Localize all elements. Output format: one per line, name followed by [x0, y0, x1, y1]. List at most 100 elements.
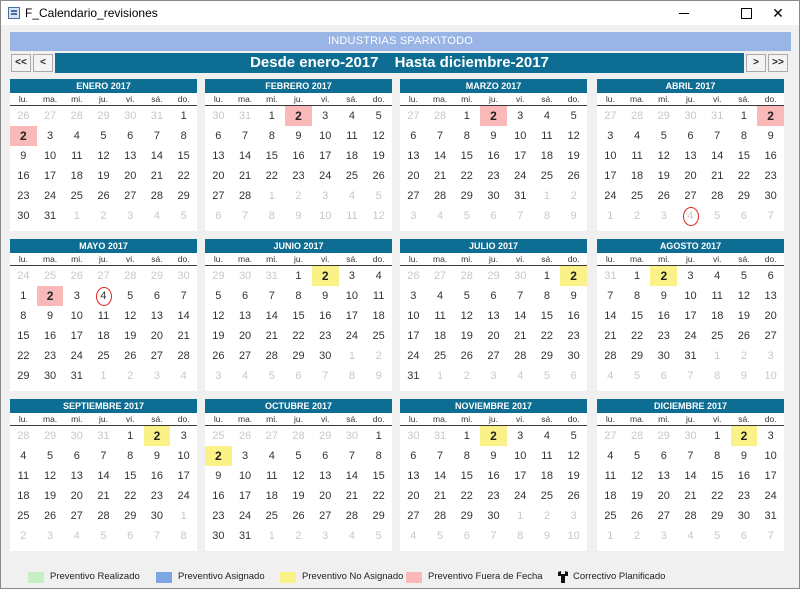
day-cell[interactable]: 23	[37, 346, 64, 366]
day-cell[interactable]: 7	[704, 126, 731, 146]
day-cell[interactable]: 12	[285, 466, 312, 486]
day-cell[interactable]: 8	[117, 446, 144, 466]
day-cell[interactable]: 2	[560, 266, 587, 286]
day-cell[interactable]: 8	[365, 446, 392, 466]
day-cell[interactable]: 3	[312, 106, 339, 126]
day-cell[interactable]: 31	[677, 346, 704, 366]
day-cell[interactable]: 6	[117, 526, 144, 546]
day-cell[interactable]: 31	[144, 106, 171, 126]
day-cell[interactable]: 6	[757, 266, 784, 286]
day-cell[interactable]: 5	[560, 426, 587, 446]
day-cell[interactable]: 11	[534, 126, 561, 146]
day-cell[interactable]: 29	[534, 346, 561, 366]
day-cell[interactable]: 7	[677, 446, 704, 466]
day-cell[interactable]: 16	[731, 466, 758, 486]
day-cell[interactable]: 30	[480, 186, 507, 206]
day-cell[interactable]: 28	[170, 346, 197, 366]
day-cell[interactable]: 24	[757, 486, 784, 506]
day-cell[interactable]: 13	[232, 306, 259, 326]
day-cell[interactable]: 2	[10, 126, 37, 146]
day-cell[interactable]: 17	[597, 166, 624, 186]
day-cell[interactable]: 18	[10, 486, 37, 506]
day-cell[interactable]: 28	[232, 186, 259, 206]
day-cell[interactable]: 10	[560, 526, 587, 546]
day-cell[interactable]: 9	[205, 466, 232, 486]
day-cell[interactable]: 12	[90, 146, 117, 166]
day-cell[interactable]: 1	[507, 506, 534, 526]
day-cell[interactable]: 24	[507, 166, 534, 186]
day-cell[interactable]: 3	[757, 346, 784, 366]
day-cell[interactable]: 27	[90, 266, 117, 286]
day-cell[interactable]: 22	[170, 166, 197, 186]
day-cell[interactable]: 7	[258, 286, 285, 306]
day-cell[interactable]: 9	[37, 306, 64, 326]
day-cell[interactable]: 6	[205, 126, 232, 146]
day-cell[interactable]: 10	[400, 306, 427, 326]
day-cell[interactable]: 3	[400, 206, 427, 226]
day-cell[interactable]: 25	[258, 506, 285, 526]
day-cell[interactable]: 10	[757, 446, 784, 466]
day-cell[interactable]: 6	[650, 446, 677, 466]
day-cell[interactable]: 3	[232, 446, 259, 466]
day-cell[interactable]: 4	[534, 426, 561, 446]
day-cell[interactable]: 22	[704, 486, 731, 506]
day-cell[interactable]: 28	[10, 426, 37, 446]
day-cell[interactable]: 22	[453, 166, 480, 186]
day-cell[interactable]: 15	[258, 146, 285, 166]
day-cell[interactable]: 12	[560, 446, 587, 466]
day-cell[interactable]: 22	[534, 326, 561, 346]
day-cell[interactable]: 3	[597, 126, 624, 146]
day-cell[interactable]: 7	[507, 286, 534, 306]
day-cell[interactable]: 30	[677, 106, 704, 126]
day-cell[interactable]: 2	[624, 206, 651, 226]
day-cell[interactable]: 5	[624, 366, 651, 386]
day-cell[interactable]: 26	[560, 486, 587, 506]
day-cell[interactable]: 30	[731, 506, 758, 526]
day-cell[interactable]: 27	[258, 426, 285, 446]
day-cell[interactable]: 23	[312, 326, 339, 346]
day-cell[interactable]: 1	[63, 206, 90, 226]
day-cell[interactable]: 9	[650, 286, 677, 306]
day-cell[interactable]: 10	[757, 366, 784, 386]
day-cell[interactable]: 25	[624, 186, 651, 206]
day-cell[interactable]: 5	[534, 366, 561, 386]
day-cell[interactable]: 30	[170, 266, 197, 286]
day-cell[interactable]: 31	[90, 426, 117, 446]
day-cell[interactable]: 29	[650, 106, 677, 126]
day-cell[interactable]: 21	[427, 486, 454, 506]
day-cell[interactable]: 3	[400, 286, 427, 306]
day-cell[interactable]: 17	[507, 146, 534, 166]
day-cell[interactable]: 1	[170, 106, 197, 126]
day-cell[interactable]: 3	[650, 526, 677, 546]
day-cell[interactable]: 3	[677, 266, 704, 286]
day-cell[interactable]: 15	[170, 146, 197, 166]
day-cell[interactable]: 1	[258, 526, 285, 546]
day-cell[interactable]: 16	[312, 306, 339, 326]
day-cell[interactable]: 25	[63, 186, 90, 206]
day-cell[interactable]: 1	[285, 266, 312, 286]
day-cell[interactable]: 9	[285, 206, 312, 226]
day-cell[interactable]: 18	[258, 486, 285, 506]
day-cell[interactable]: 25	[427, 346, 454, 366]
day-cell[interactable]: 15	[10, 326, 37, 346]
day-cell[interactable]: 4	[427, 286, 454, 306]
day-cell[interactable]: 30	[144, 506, 171, 526]
day-cell[interactable]: 1	[258, 106, 285, 126]
day-cell[interactable]: 4	[534, 106, 561, 126]
day-cell[interactable]: 7	[90, 446, 117, 466]
day-cell[interactable]: 29	[480, 266, 507, 286]
day-cell[interactable]: 5	[365, 106, 392, 126]
day-cell[interactable]: 8	[453, 446, 480, 466]
day-cell[interactable]: 14	[170, 306, 197, 326]
day-cell[interactable]: 21	[232, 166, 259, 186]
day-cell[interactable]: 11	[704, 286, 731, 306]
day-cell[interactable]: 7	[427, 446, 454, 466]
day-cell[interactable]: 25	[365, 326, 392, 346]
day-cell[interactable]: 7	[677, 366, 704, 386]
minimize-button[interactable]	[661, 1, 707, 25]
day-cell[interactable]: 22	[258, 166, 285, 186]
day-cell[interactable]: 21	[144, 166, 171, 186]
day-cell[interactable]: 13	[677, 146, 704, 166]
day-cell[interactable]: 13	[757, 286, 784, 306]
last-year-button[interactable]: >>	[768, 54, 788, 72]
